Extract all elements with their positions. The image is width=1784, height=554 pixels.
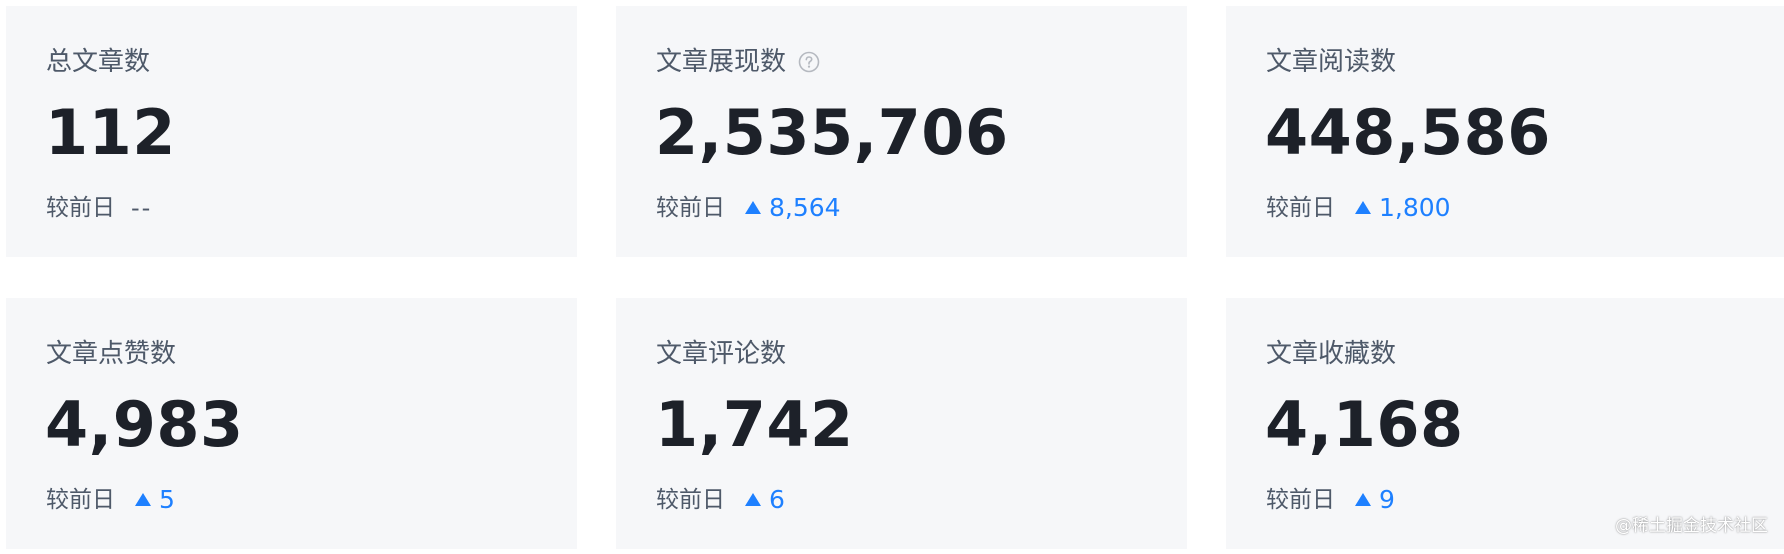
compare-label: 较前日: [46, 195, 115, 221]
delta-value: 5: [159, 485, 175, 514]
delta-value: 8,564: [769, 193, 841, 222]
stat-comparison: 较前日 8,564: [656, 192, 841, 224]
stat-label: 文章点赞数: [46, 336, 176, 372]
stat-value: 2,535,706: [655, 96, 1009, 169]
stat-label-text: 文章评论数: [656, 339, 787, 369]
stat-label: 文章收藏数: [1266, 336, 1396, 372]
stat-value: 448,586: [1265, 96, 1551, 169]
compare-label: 较前日: [46, 487, 115, 513]
stat-comparison: 较前日 6: [656, 484, 785, 516]
stat-card-article-reads: 文章阅读数 448,586 较前日 1,800: [1226, 6, 1784, 257]
compare-label: 较前日: [1266, 195, 1335, 221]
delta-value: 1,800: [1379, 193, 1451, 222]
stat-value: 1,742: [655, 388, 854, 461]
compare-label: 较前日: [656, 195, 725, 221]
stat-label-text: 文章阅读数: [1266, 47, 1397, 77]
delta-value: 6: [769, 485, 785, 514]
stat-card-article-impressions: 文章展现数 2,535,706 较前日 8,564: [616, 6, 1187, 257]
stat-label: 文章展现数: [656, 44, 820, 80]
stat-value: 4,983: [45, 388, 244, 461]
watermark: @稀土掘金技术社区: [1615, 516, 1768, 536]
stat-label: 总文章数: [46, 44, 150, 80]
triangle-up-icon: [1355, 492, 1371, 506]
stat-card-total-articles: 总文章数 112 较前日 --: [6, 6, 577, 257]
stat-comparison: 较前日 9: [1266, 484, 1395, 516]
stat-comparison: 较前日 5: [46, 484, 175, 516]
question-circle-icon[interactable]: [798, 51, 820, 73]
stat-label-text: 总文章数: [46, 47, 151, 77]
no-change-indicator: --: [131, 194, 153, 222]
stat-value: 4,168: [1265, 388, 1464, 461]
stat-card-article-likes: 文章点赞数 4,983 较前日 5: [6, 298, 577, 549]
triangle-up-icon: [745, 492, 761, 506]
delta-value: 9: [1379, 485, 1395, 514]
stat-comparison: 较前日 1,800: [1266, 192, 1451, 224]
stat-card-article-comments: 文章评论数 1,742 较前日 6: [616, 298, 1187, 549]
stat-label: 文章阅读数: [1266, 44, 1396, 80]
stat-label: 文章评论数: [656, 336, 786, 372]
stat-label-text: 文章展现数: [656, 47, 787, 77]
stat-label-text: 文章点赞数: [46, 339, 177, 369]
triangle-up-icon: [1355, 200, 1371, 214]
triangle-up-icon: [135, 492, 151, 506]
stat-label-text: 文章收藏数: [1266, 339, 1397, 369]
stat-card-article-favorites: 文章收藏数 4,168 较前日 9: [1226, 298, 1784, 549]
compare-label: 较前日: [1266, 487, 1335, 513]
compare-label: 较前日: [656, 487, 725, 513]
stat-value: 112: [45, 96, 176, 169]
stat-comparison: 较前日 --: [46, 192, 152, 224]
triangle-up-icon: [745, 200, 761, 214]
